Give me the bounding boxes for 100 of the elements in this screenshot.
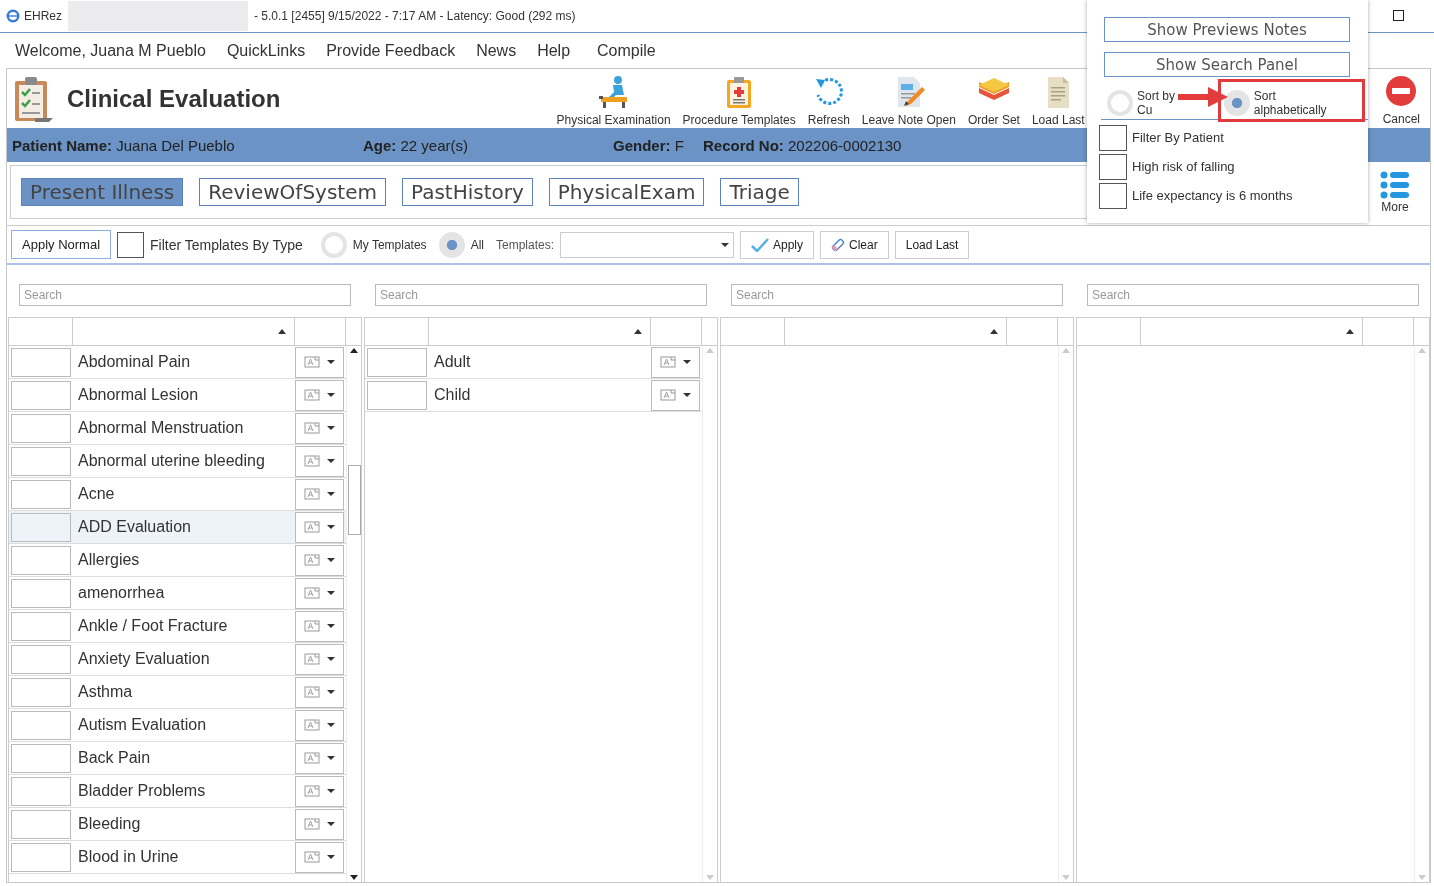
- radio-button[interactable]: [438, 231, 465, 258]
- row-field[interactable]: [367, 347, 427, 377]
- tab[interactable]: PastHistory: [401, 178, 533, 206]
- row-field[interactable]: [11, 380, 71, 410]
- load-last-button[interactable]: Load Last: [894, 230, 970, 259]
- menu-item[interactable]: Compile: [597, 41, 656, 60]
- template-row[interactable]: Back Pain: [9, 742, 346, 775]
- template-row[interactable]: Anxiety Evaluation: [9, 643, 346, 676]
- popup-button[interactable]: Show Search Panel: [1104, 52, 1350, 77]
- menu-item[interactable]: Help: [537, 41, 571, 60]
- tab[interactable]: PhysicalExam: [548, 178, 705, 206]
- template-row[interactable]: Abnormal Lesion: [9, 379, 346, 412]
- template-menu-button[interactable]: [295, 643, 344, 675]
- template-row[interactable]: Asthma: [9, 676, 346, 709]
- radio-button[interactable]: [1223, 90, 1250, 116]
- row-field[interactable]: [11, 743, 71, 773]
- menu-item[interactable]: News: [476, 41, 517, 60]
- toolbar-button[interactable]: Leave Note Open: [855, 74, 962, 127]
- tab[interactable]: Triage: [720, 178, 799, 206]
- search-field[interactable]: Search: [19, 284, 351, 306]
- template-row[interactable]: Abnormal Menstruation: [9, 412, 346, 445]
- template-name: ADD Evaluation: [77, 518, 192, 536]
- template-name: Anxiety Evaluation: [77, 650, 211, 668]
- search-field[interactable]: Search: [731, 284, 1063, 306]
- row-field[interactable]: [367, 380, 427, 410]
- template-row[interactable]: Blood in Urine: [9, 841, 346, 874]
- template-menu-button[interactable]: [295, 808, 344, 840]
- template-menu-button[interactable]: [295, 445, 344, 477]
- template-menu-button[interactable]: [295, 676, 344, 708]
- template-menu-button[interactable]: [295, 478, 344, 510]
- radio-button[interactable]: [320, 231, 347, 258]
- toolbar-button[interactable]: Refresh: [801, 74, 856, 127]
- maximize-icon[interactable]: [1393, 10, 1404, 21]
- scrollbar[interactable]: [346, 346, 361, 882]
- clear-button[interactable]: Clear: [820, 230, 889, 259]
- search-field[interactable]: Search: [1087, 284, 1419, 306]
- template-row[interactable]: Allergies: [9, 544, 346, 577]
- template-menu-button[interactable]: [295, 577, 344, 609]
- template-row[interactable]: Abnormal uterine bleeding: [9, 445, 346, 478]
- template-menu-button[interactable]: [295, 346, 344, 378]
- row-field[interactable]: [11, 677, 71, 707]
- template-menu-button[interactable]: [295, 775, 344, 807]
- menu-item[interactable]: Provide Feedback: [326, 41, 456, 60]
- checkbox[interactable]: [1099, 153, 1127, 180]
- template-row[interactable]: Autism Evaluation: [9, 709, 346, 742]
- template-row[interactable]: amenorrhea: [9, 577, 346, 610]
- template-menu-button[interactable]: [295, 610, 344, 642]
- template-name: Abdominal Pain: [77, 353, 192, 371]
- row-field[interactable]: [11, 545, 71, 575]
- template-row[interactable]: Adult: [365, 346, 702, 379]
- search-field[interactable]: Search: [375, 284, 707, 306]
- template-menu-button[interactable]: [295, 511, 344, 543]
- row-field[interactable]: [11, 479, 71, 509]
- cancel-icon: [1385, 75, 1418, 107]
- checkbox[interactable]: [117, 231, 145, 258]
- template-row[interactable]: ADD Evaluation: [9, 511, 346, 544]
- template-menu-button[interactable]: [651, 346, 700, 378]
- template-row[interactable]: Abdominal Pain: [9, 346, 346, 379]
- template-menu-button[interactable]: [295, 841, 344, 873]
- tab[interactable]: ReviewOfSystem: [199, 178, 386, 206]
- caret-icon: [327, 558, 336, 562]
- toolbar-button[interactable]: Physical Examination: [550, 74, 677, 127]
- template-row[interactable]: Acne: [9, 478, 346, 511]
- apply-button[interactable]: Apply: [740, 230, 815, 259]
- row-field[interactable]: [11, 446, 71, 476]
- row-field[interactable]: [11, 776, 71, 806]
- template-icon: [303, 455, 320, 467]
- row-field[interactable]: [11, 578, 71, 608]
- radio-button[interactable]: [1107, 90, 1133, 116]
- toolbar-button[interactable]: Procedure Templates: [676, 74, 802, 127]
- row-field[interactable]: [11, 710, 71, 740]
- row-field[interactable]: [11, 809, 71, 839]
- caret-icon: [327, 690, 336, 694]
- row-field[interactable]: [11, 842, 71, 872]
- template-menu-button[interactable]: [295, 742, 344, 774]
- row-field[interactable]: [11, 413, 71, 443]
- template-row[interactable]: Ankle / Foot Fracture: [9, 610, 346, 643]
- row-field[interactable]: [11, 347, 71, 377]
- checkbox[interactable]: [1099, 124, 1127, 151]
- template-menu-button[interactable]: [295, 709, 344, 741]
- template-row[interactable]: Bleeding: [9, 808, 346, 841]
- popup-button[interactable]: Show Previews Notes: [1104, 17, 1350, 42]
- toolbar-button[interactable]: Order Set: [961, 74, 1026, 127]
- menu-item[interactable]: QuickLinks: [226, 41, 306, 60]
- more-button[interactable]: More: [1380, 170, 1410, 214]
- template-menu-button[interactable]: [295, 379, 344, 411]
- row-field[interactable]: [11, 512, 71, 542]
- caret-icon: [327, 525, 336, 529]
- checkbox[interactable]: [1099, 182, 1127, 209]
- template-menu-button[interactable]: [295, 544, 344, 576]
- template-menu-button[interactable]: [651, 379, 700, 411]
- menu-item[interactable]: Welcome, Juana M Pueblo: [15, 41, 206, 60]
- cancel-button[interactable]: Cancel: [1378, 71, 1424, 126]
- row-field[interactable]: [11, 644, 71, 674]
- template-row[interactable]: Child: [365, 379, 702, 412]
- apply-normal-button[interactable]: Apply Normal: [11, 230, 112, 259]
- row-field[interactable]: [11, 611, 71, 641]
- templates-dropdown[interactable]: [560, 231, 734, 258]
- template-row[interactable]: Bladder Problems: [9, 775, 346, 808]
- template-menu-button[interactable]: [295, 412, 344, 444]
